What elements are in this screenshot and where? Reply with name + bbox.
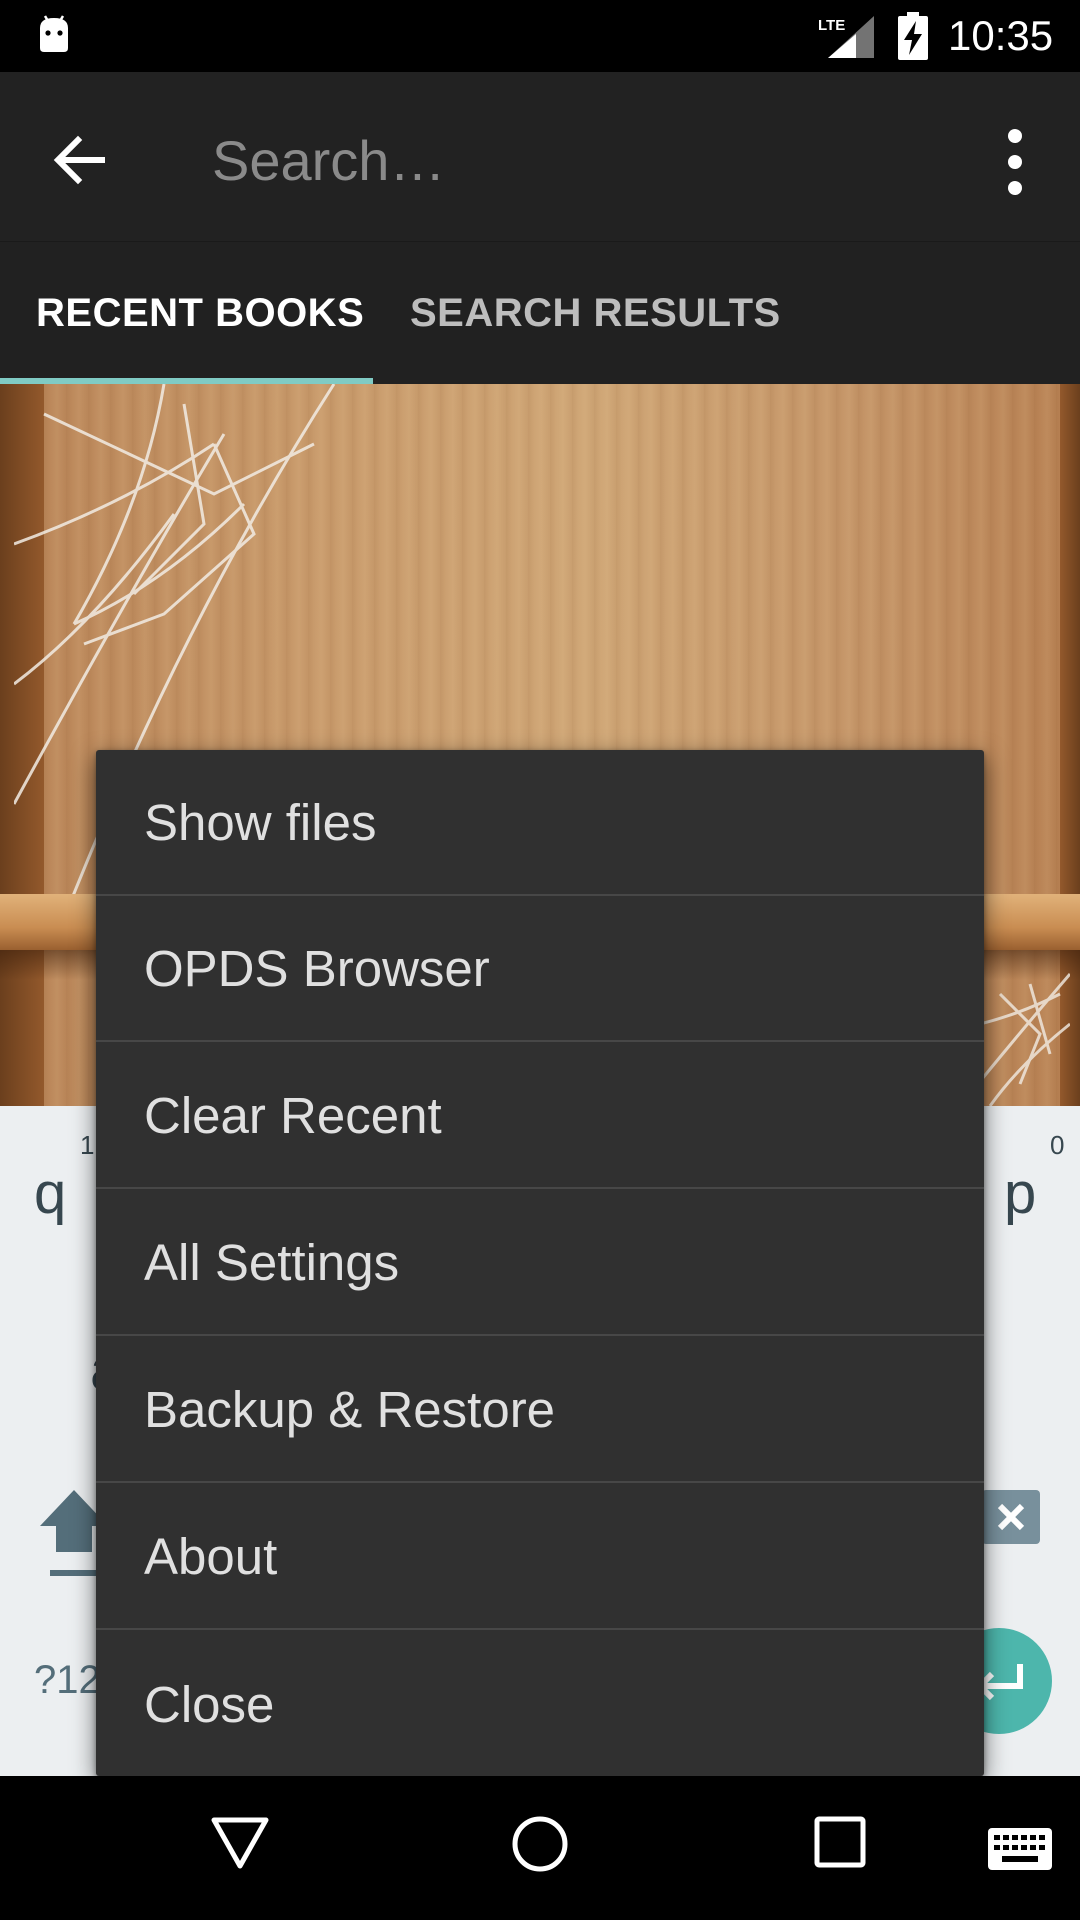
svg-text:LTE: LTE [818, 17, 845, 34]
status-time: 10:35 [948, 12, 1054, 59]
symbols-key[interactable]: ?12 [34, 1658, 101, 1703]
menu-item-opds-browser[interactable]: OPDS Browser [96, 896, 984, 1042]
navigation-bar [0, 1776, 1080, 1920]
tab-bar: RECENT BOOKS SEARCH RESULTS [0, 242, 1080, 384]
menu-item-backup-restore[interactable]: Backup & Restore [96, 1337, 984, 1483]
android-notification-icon [40, 15, 68, 52]
keyboard-switcher-icon[interactable] [988, 1828, 1052, 1870]
key-q[interactable]: q [34, 1160, 66, 1227]
menu-item-clear-recent[interactable]: Clear Recent [96, 1043, 984, 1189]
battery-charging-icon [898, 12, 928, 60]
key-q-hint: 1 [80, 1130, 95, 1160]
menu-item-close[interactable]: Close [96, 1631, 984, 1776]
nav-back-icon[interactable] [210, 1814, 270, 1874]
more-options-icon[interactable] [990, 124, 1040, 200]
delete-key-icon[interactable] [982, 1490, 1040, 1544]
tab-recent-books[interactable]: RECENT BOOKS [36, 242, 364, 384]
tab-search-results[interactable]: SEARCH RESULTS [410, 242, 781, 384]
search-toolbar [0, 72, 1080, 242]
menu-item-all-settings[interactable]: All Settings [96, 1190, 984, 1336]
lte-signal-icon: LTE [818, 16, 874, 58]
menu-item-about[interactable]: About [96, 1484, 984, 1630]
nav-home-icon[interactable] [510, 1814, 570, 1874]
key-p[interactable]: p [1004, 1160, 1036, 1227]
menu-item-show-files[interactable]: Show files [96, 750, 984, 896]
overflow-menu: Show files OPDS Browser Clear Recent All… [96, 750, 984, 1776]
search-input[interactable] [212, 124, 972, 196]
status-bar: LTE 10:35 [0, 0, 1080, 72]
key-p-hint: 0 [1050, 1130, 1065, 1160]
nav-recents-icon[interactable] [814, 1816, 866, 1868]
back-arrow-icon[interactable] [42, 120, 122, 200]
